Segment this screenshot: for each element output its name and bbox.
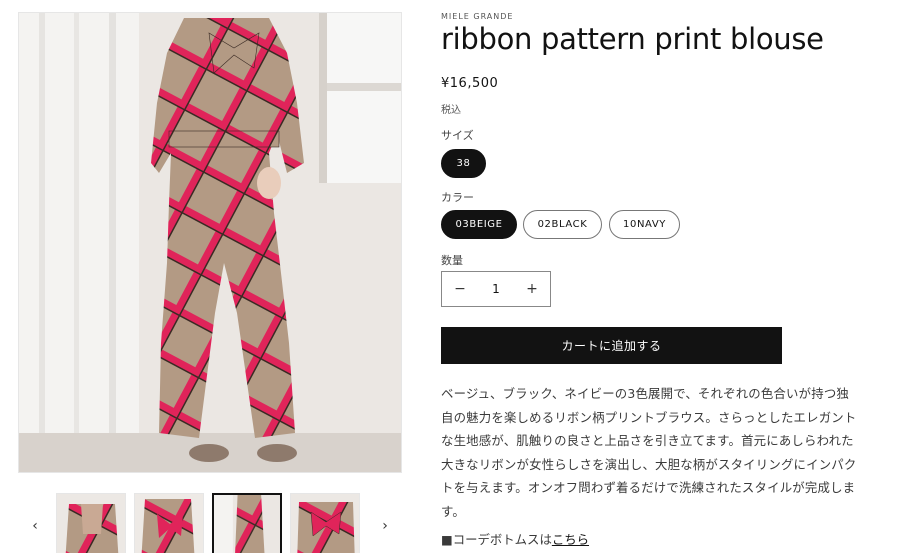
product-title: ribbon pattern print blouse [441,22,824,56]
main-product-image[interactable] [18,12,402,473]
minus-icon[interactable]: − [442,272,478,306]
color-label: カラー [441,191,474,204]
chevron-right-icon[interactable]: › [378,518,392,536]
description-line: す。 [441,503,465,519]
coord-link[interactable]: こちら [552,532,589,547]
thumbnail-photo-icon [57,494,125,553]
description-line: 自の魅力を楽しめるリボン柄プリントブラウス。さらっとしたエレガント [441,409,857,425]
thumbnail-strip: ‹ › [18,490,402,553]
thumbnail-photo-icon [135,494,203,553]
product-photo-icon [19,13,401,472]
quantity-stepper: − 1 + [441,271,551,307]
thumbnail-photo-icon [214,495,280,553]
tax-note: 税込 [441,105,461,116]
add-to-cart-button[interactable]: カートに追加する [441,327,782,364]
product-price: ¥16,500 [441,76,499,91]
color-option-10navy[interactable]: 10NAVY [609,210,680,239]
coordinate-bottoms-note: ■コーデボトムスはこちら [441,530,589,548]
thumbnail-3[interactable] [212,493,282,553]
thumbnail-1[interactable] [56,493,126,553]
color-option-03beige[interactable]: 03BEIGE [441,210,517,239]
color-option-02black[interactable]: 02BLACK [523,210,602,239]
thumbnail-photo-icon [291,494,359,553]
description-line: 大きなリボンが女性らしさを演出し、大胆な柄がスタイリングにインパク [441,456,857,472]
product-description: ベージュ、ブラック、ネイビーの3色展開で、それぞれの色合いが持つ独 自の魅力を楽… [441,382,871,523]
chevron-left-icon[interactable]: ‹ [28,518,42,536]
thumbnail-4[interactable] [290,493,360,553]
description-line: トを与えます。オンオフ問わず着るだけで洗練されたスタイルが完成しま [441,480,856,495]
quantity-input[interactable]: 1 [478,272,514,306]
plus-icon[interactable]: + [514,272,550,306]
description-line: な生地感が、肌触りの良さと上品さを引き立てます。首元にあしらわれた [441,433,854,448]
quantity-label: 数量 [441,254,463,267]
coord-prefix: ■コーデボトムスは [441,532,552,547]
size-label: サイズ [441,129,474,142]
thumbnail-2[interactable] [134,493,204,553]
vendor-name[interactable]: MIELE GRANDE [441,12,513,21]
description-line: ベージュ、ブラック、ネイビーの3色展開で、それぞれの色合いが持つ独 [441,386,850,401]
size-option-38[interactable]: 38 [441,149,486,178]
